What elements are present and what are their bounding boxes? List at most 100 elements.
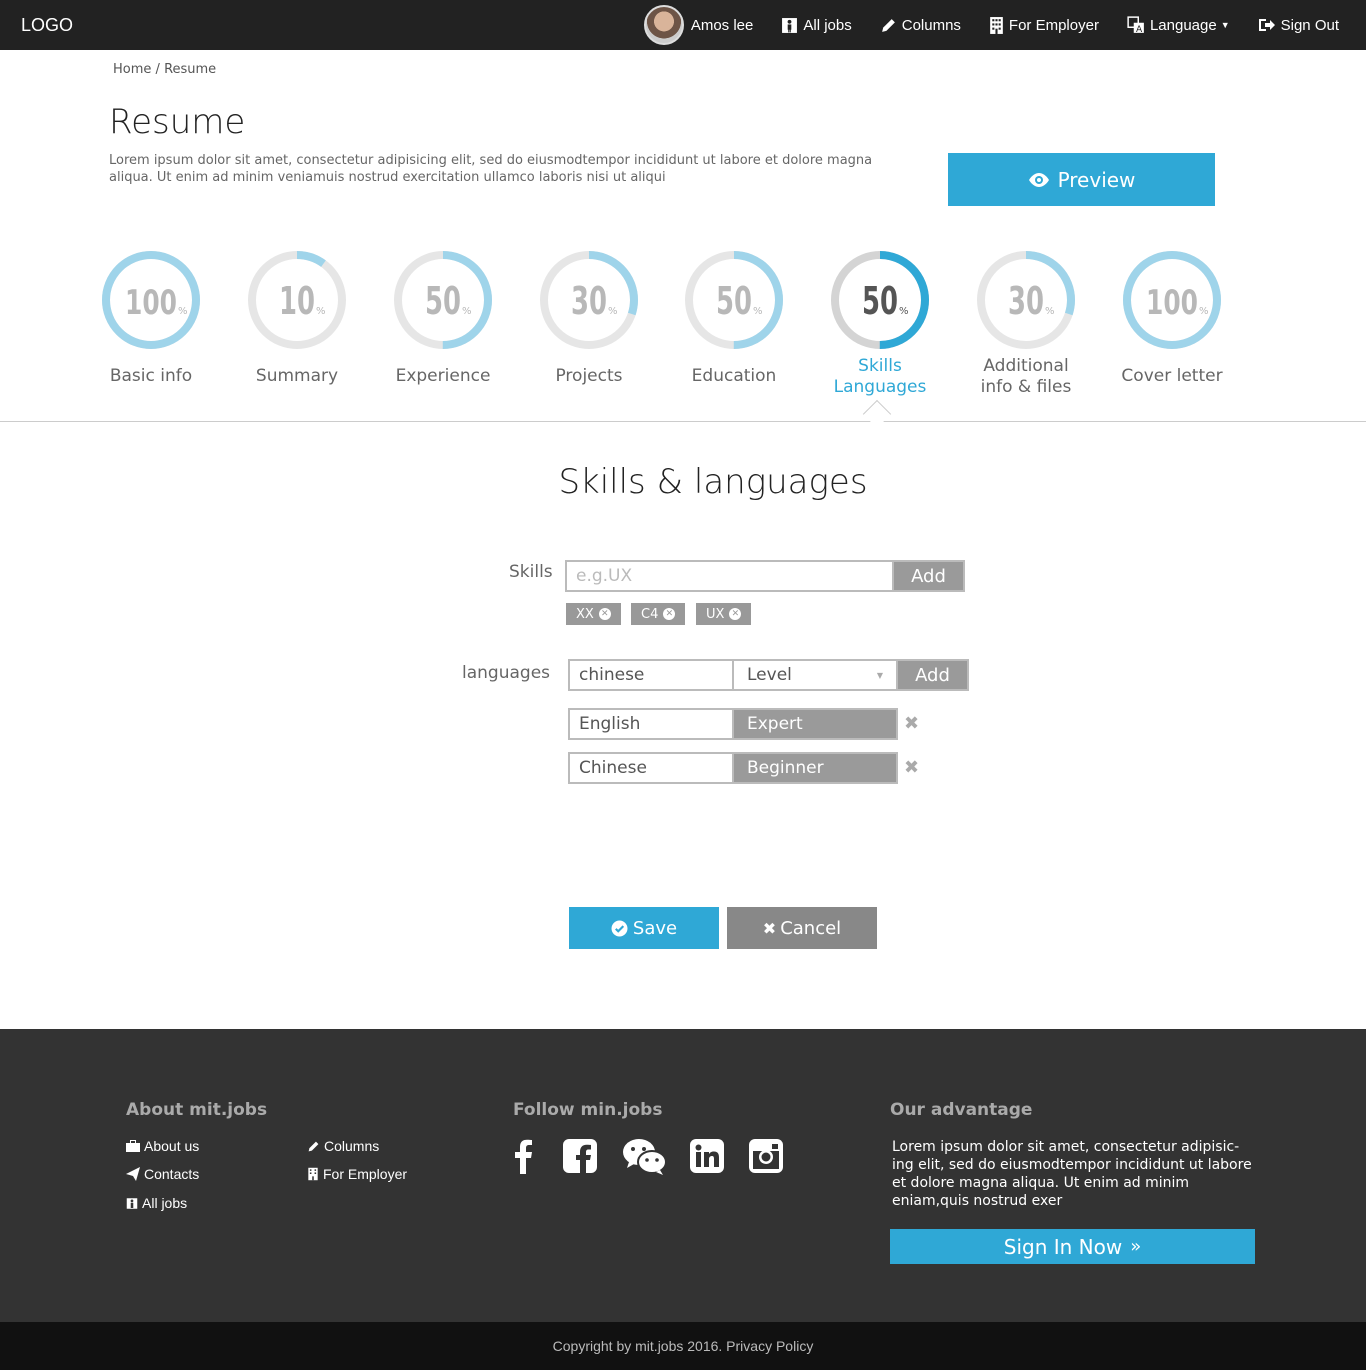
languages-label: languages (462, 663, 551, 683)
progress-ring: 30% (519, 248, 659, 352)
skill-tag-label: XX (576, 606, 594, 622)
step-skills-languages[interactable]: 50% Skills Languages (810, 248, 950, 398)
footer-link-label: For Employer (323, 1166, 408, 1182)
footer-link-label: Contacts (144, 1166, 200, 1182)
nav-all-jobs-label: All jobs (803, 16, 852, 34)
step-label: Projects (555, 366, 623, 386)
step-label: Skills (858, 356, 902, 376)
progress-unit: % (462, 306, 472, 317)
facebook-square-icon[interactable] (563, 1138, 597, 1174)
copyright-text[interactable]: Copyright by mit.jobs 2016. Privacy Poli… (553, 1338, 814, 1354)
nav-columns-label: Columns (901, 16, 961, 34)
progress-unit: % (178, 306, 188, 317)
logo[interactable]: LOGO (21, 15, 73, 36)
remove-tag-icon[interactable]: ✕ (729, 608, 742, 620)
save-button[interactable]: Save (569, 907, 719, 949)
remove-tag-icon[interactable]: ✕ (598, 608, 611, 620)
language-level-field: Beginner (734, 752, 898, 784)
progress-ring-svg: 50% (685, 251, 783, 349)
nav-sign-out[interactable]: Sign Out (1258, 17, 1339, 34)
sign-in-now-label: Sign In Now (1003, 1234, 1123, 1259)
footer-about-title: About mit.jobs (126, 1100, 268, 1120)
progress-ring-svg: 30% (540, 251, 638, 349)
nav-columns[interactable]: Columns (880, 17, 961, 34)
step-additional-info[interactable]: 30% Additional info & files (956, 248, 1096, 398)
remove-language-icon[interactable]: ✖ (904, 713, 919, 734)
skill-tag: XX ✕ (566, 603, 621, 625)
language-input[interactable]: chinese (568, 659, 734, 691)
instagram-icon[interactable] (749, 1138, 783, 1174)
pencil-icon (881, 18, 895, 32)
svg-text:A: A (1136, 25, 1143, 34)
footer-link-contacts[interactable]: Contacts (126, 1166, 199, 1182)
facebook-icon[interactable] (513, 1138, 533, 1174)
level-select-value: Level (747, 665, 792, 685)
nav-language-dropdown[interactable]: A Language ▼ (1127, 16, 1230, 34)
progress-value: 30 (1008, 279, 1044, 323)
progress-value: 10 (279, 279, 315, 323)
step-label: Additional (983, 356, 1069, 376)
sign-in-now-button[interactable]: Sign In Now » (890, 1229, 1255, 1264)
add-language-button[interactable]: Add (896, 659, 969, 691)
male-icon (782, 17, 798, 33)
step-summary[interactable]: 10% Summary (227, 248, 367, 387)
footer-link-about-us[interactable]: About us (126, 1138, 199, 1154)
language-level-field: Expert (734, 708, 898, 740)
level-select[interactable]: Level ▼ (732, 659, 898, 691)
progress-ring-svg: 30% (977, 251, 1075, 349)
footer-link-for-employer[interactable]: For Employer (307, 1166, 407, 1182)
page-intro: Lorem ipsum dolor sit amet, consectetur … (109, 153, 873, 185)
step-projects[interactable]: 30% Projects (519, 248, 659, 387)
step-experience[interactable]: 50% Experience (373, 248, 513, 387)
progress-value: 30 (571, 279, 607, 323)
skill-tag: C4 ✕ (631, 603, 686, 625)
check-circle-icon (611, 920, 628, 936)
nav-for-employer[interactable]: For Employer (989, 16, 1099, 35)
pencil-icon (308, 1141, 319, 1151)
avatar (643, 5, 684, 45)
double-chevron-right-icon: » (1130, 1236, 1142, 1257)
step-education[interactable]: 50% Education (664, 248, 804, 387)
caret-down-icon: ▼ (1220, 20, 1230, 30)
step-basic-info[interactable]: 100% Basic info (81, 248, 221, 387)
step-label: Cover letter (1121, 366, 1223, 386)
preview-button[interactable]: Preview (948, 153, 1215, 206)
user-menu[interactable]: Amos lee (643, 5, 753, 45)
breadcrumb: Home / Resume (113, 62, 216, 77)
progress-value: 100 (1146, 283, 1198, 323)
briefcase-icon (126, 1140, 140, 1152)
footer-link-label: About us (144, 1138, 200, 1154)
skill-tag-label: UX (706, 606, 725, 622)
linkedin-icon[interactable] (690, 1138, 724, 1174)
progress-unit: % (608, 306, 618, 317)
footer-link-columns[interactable]: Columns (307, 1138, 379, 1154)
footer-link-all-jobs[interactable]: All jobs (126, 1195, 187, 1211)
breadcrumb-home[interactable]: Home (113, 62, 151, 77)
skills-input[interactable]: e.g.UX (565, 560, 894, 592)
close-icon: ✖ (762, 918, 777, 938)
nav-all-jobs[interactable]: All jobs (781, 16, 852, 34)
progress-ring: 100% (1102, 248, 1242, 352)
step-cover-letter[interactable]: 100% Cover letter (1102, 248, 1242, 387)
footer-advantage-text: Lorem ipsum dolor sit amet, consectetur … (892, 1139, 1252, 1209)
remove-language-icon[interactable]: ✖ (904, 757, 919, 778)
top-navbar: LOGO Amos lee All jobs Columns For Emplo… (0, 0, 1366, 50)
remove-tag-icon[interactable]: ✕ (663, 608, 676, 620)
section-title: Skills & languages (558, 462, 868, 502)
step-label: Education (691, 366, 777, 386)
progress-ring-svg: 100% (102, 251, 200, 349)
wechat-icon[interactable] (622, 1138, 668, 1176)
add-skill-button[interactable]: Add (892, 560, 965, 592)
language-name-field: Chinese (568, 752, 734, 784)
progress-ring-svg: 10% (248, 251, 346, 349)
progress-unit: % (1199, 306, 1209, 317)
progress-ring-svg: 100% (1123, 251, 1221, 349)
progress-ring: 10% (227, 248, 367, 352)
breadcrumb-separator: / (155, 62, 160, 77)
step-label: Summary (255, 366, 339, 386)
copyright-bar: Copyright by mit.jobs 2016. Privacy Poli… (0, 1322, 1366, 1370)
page-title: Resume (109, 102, 246, 142)
progress-unit: % (1045, 306, 1055, 317)
progress-ring: 100% (81, 248, 221, 352)
cancel-button[interactable]: ✖ Cancel (727, 907, 877, 949)
